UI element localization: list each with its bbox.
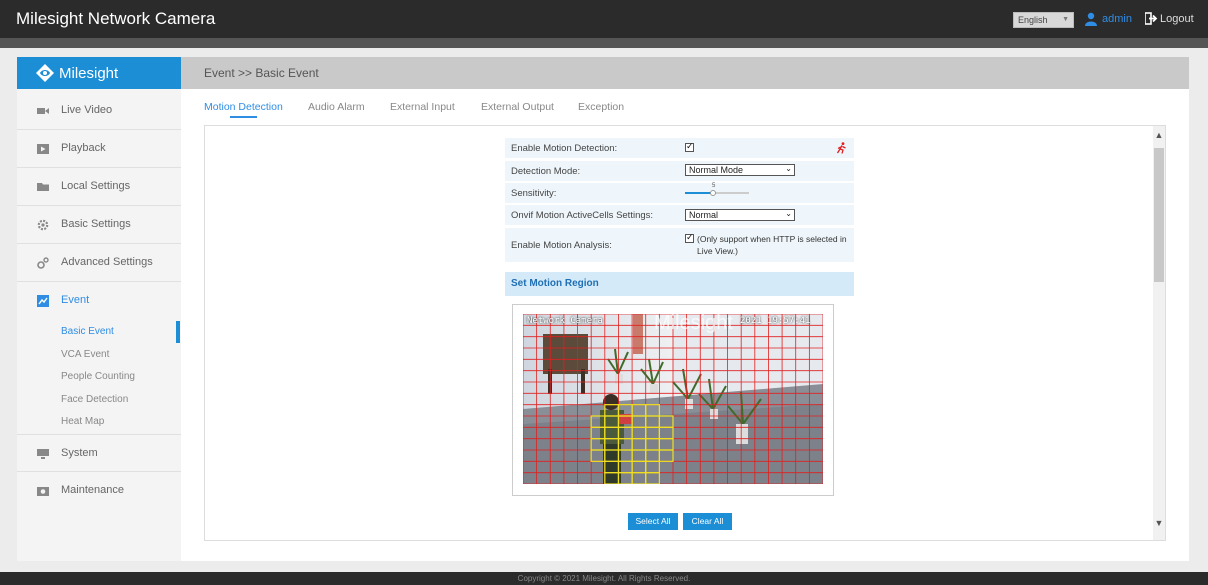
content-header: Event >> Basic Event <box>181 57 1189 89</box>
gear-icon <box>37 219 49 231</box>
breadcrumb: Event >> Basic Event <box>204 66 319 80</box>
sidebar-item-live-video[interactable]: Live Video <box>17 92 181 130</box>
sensitivity-value: 5 <box>712 183 716 189</box>
row-motion-analysis: Enable Motion Analysis: (Only support wh… <box>505 228 854 262</box>
watermark-text: Milesight <box>654 312 733 334</box>
row-onvif: Onvif Motion ActiveCells Settings: Norma… <box>505 205 854 225</box>
onvif-label: Onvif Motion ActiveCells Settings: <box>511 210 654 221</box>
osd-timestamp: 2021 19:57:41 <box>740 316 811 326</box>
admin-link[interactable]: admin <box>1102 13 1132 25</box>
camera-scene[interactable] <box>523 314 823 484</box>
tab-motion-detection[interactable]: Motion Detection <box>204 101 283 113</box>
row-detection-mode: Detection Mode: Normal Mode ⌄ <box>505 161 854 181</box>
top-bar: Milesight Network Camera English ▼ admin… <box>0 0 1208 38</box>
sidebar-subitem-face-detection[interactable]: Face Detection <box>61 394 128 405</box>
sidebar-item-label: Playback <box>61 142 106 154</box>
logo-text: Milesight <box>59 65 119 82</box>
chevron-down-icon: ⌄ <box>785 209 792 218</box>
motion-region-canvas[interactable] <box>523 314 823 484</box>
logo-bar: Milesight <box>17 57 181 89</box>
enable-motion-checkbox[interactable] <box>685 141 694 152</box>
running-man-icon <box>836 142 846 154</box>
tab-exception[interactable]: Exception <box>578 101 624 113</box>
logout-link[interactable]: Logout <box>1160 13 1194 25</box>
sidebar-item-basic-settings[interactable]: Basic Settings <box>17 206 181 244</box>
app-title: Milesight Network Camera <box>16 9 216 28</box>
sensitivity-slider-knob[interactable] <box>710 190 716 196</box>
tab-external-input[interactable]: External Input <box>390 101 455 113</box>
chevron-up-icon[interactable]: ▲ <box>1154 130 1164 140</box>
sidebar-subitem-basic-event[interactable]: Basic Event <box>61 326 114 337</box>
active-tab-underline <box>230 116 257 118</box>
detection-mode-value: Normal Mode <box>689 165 744 175</box>
scrollbar-thumb[interactable] <box>1154 148 1164 282</box>
sidebar-item-label: Local Settings <box>61 180 131 192</box>
detection-mode-select[interactable]: Normal Mode ⌄ <box>685 164 795 176</box>
user-icon <box>1085 12 1097 26</box>
active-item-marker <box>176 321 180 343</box>
footer: Copyright © 2021 Milesight. All Rights R… <box>0 572 1208 585</box>
sidebar-item-label: Live Video <box>61 104 113 116</box>
osd-camera-name: Network Camera <box>527 316 603 326</box>
sidebar-item-label: Advanced Settings <box>61 256 153 268</box>
sidebar-subitem-heat-map[interactable]: Heat Map <box>61 416 104 427</box>
enable-motion-label: Enable Motion Detection: <box>511 143 618 154</box>
sidebar-item-event[interactable]: Event <box>17 282 181 320</box>
motion-region-header: Set Motion Region <box>505 272 854 296</box>
clear-all-button[interactable]: Clear All <box>683 513 732 530</box>
milesight-logo-icon <box>36 64 54 82</box>
monitor-icon <box>37 449 49 459</box>
row-sensitivity: Sensitivity: 5 <box>505 183 854 203</box>
sidebar-item-local-settings[interactable]: Local Settings <box>17 168 181 206</box>
detection-mode-label: Detection Mode: <box>511 166 581 177</box>
copyright-text: Copyright © 2021 Milesight. All Rights R… <box>517 574 691 583</box>
motion-region-title: Set Motion Region <box>511 278 599 289</box>
sidebar-item-playback[interactable]: Playback <box>17 130 181 168</box>
camera-icon <box>37 487 49 496</box>
row-enable-motion: Enable Motion Detection: <box>505 138 854 158</box>
select-all-button[interactable]: Select All <box>628 513 678 530</box>
sidebar-subitem-people-counting[interactable]: People Counting <box>61 371 135 382</box>
chevron-down-icon[interactable]: ▼ <box>1154 518 1164 528</box>
analysis-note: (Only support when HTTP is selected in L… <box>697 234 847 256</box>
analysis-label: Enable Motion Analysis: <box>511 240 612 251</box>
onvif-select[interactable]: Normal ⌄ <box>685 209 795 221</box>
gears-icon <box>37 257 49 269</box>
sidebar-item-label: Basic Settings <box>61 218 131 230</box>
play-icon <box>37 144 49 154</box>
video-camera-icon <box>37 108 49 114</box>
sidebar-item-maintenance[interactable]: Maintenance <box>17 472 181 510</box>
sidebar-item-label: Event <box>61 294 90 306</box>
sensitivity-label: Sensitivity: <box>511 188 557 199</box>
header-divider <box>0 38 1208 48</box>
sidebar: Milesight Live Video Playback Local Sett… <box>17 57 181 561</box>
sensitivity-slider-fill <box>685 192 713 194</box>
sidebar-item-system[interactable]: System <box>17 434 181 472</box>
sidebar-item-advanced-settings[interactable]: Advanced Settings <box>17 244 181 282</box>
folder-icon <box>37 183 49 191</box>
chevron-down-icon: ⌄ <box>785 164 792 173</box>
analysis-checkbox[interactable] <box>685 232 694 243</box>
sidebar-item-label: Maintenance <box>61 484 124 496</box>
sidebar-subitem-vca-event[interactable]: VCA Event <box>61 349 109 360</box>
onvif-value: Normal <box>689 210 719 220</box>
sidebar-item-label: System <box>61 447 98 459</box>
language-select[interactable]: English ▼ <box>1013 12 1074 28</box>
language-value: English <box>1018 15 1048 25</box>
tab-external-output[interactable]: External Output <box>481 101 554 113</box>
event-icon <box>37 295 49 307</box>
logout-icon[interactable] <box>1145 12 1158 25</box>
chevron-down-icon: ▼ <box>1062 16 1069 23</box>
tab-audio-alarm[interactable]: Audio Alarm <box>308 101 365 113</box>
